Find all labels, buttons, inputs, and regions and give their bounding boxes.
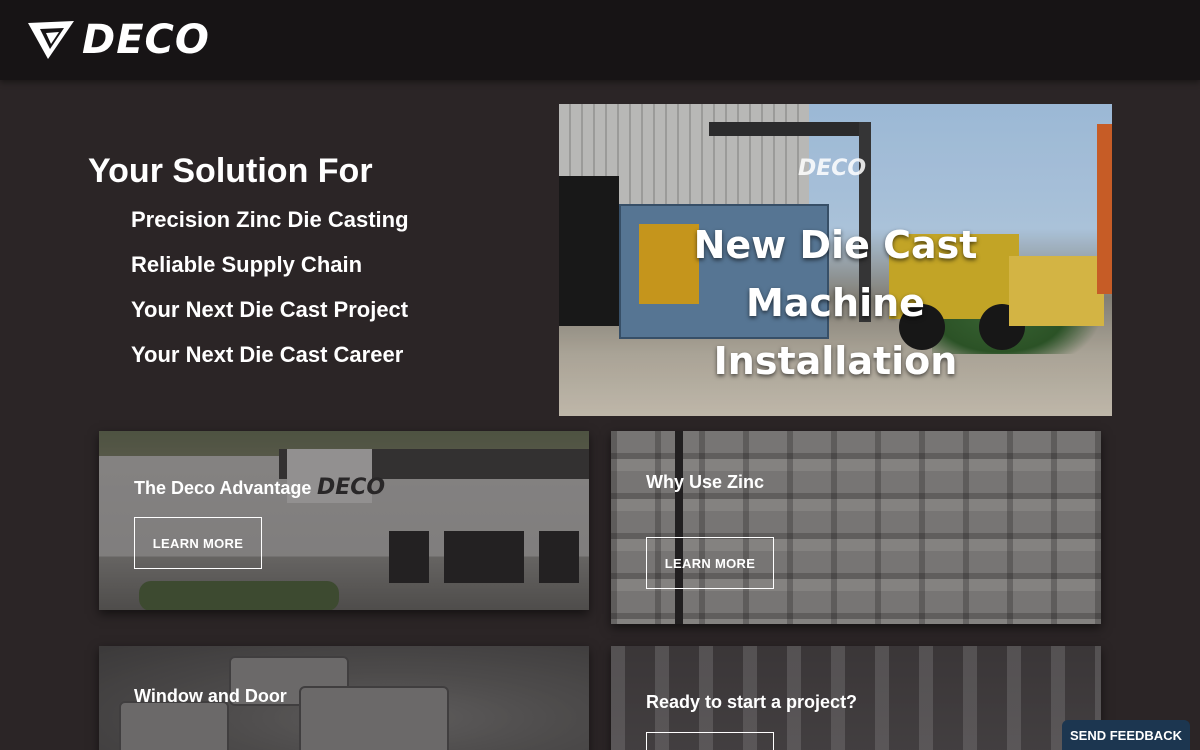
- hero-video-title-line: Machine: [746, 281, 925, 325]
- card-title: Ready to start a project?: [646, 692, 858, 712]
- logo-link[interactable]: DECO: [26, 18, 210, 62]
- hero-video-title-line: New Die Cast: [693, 223, 978, 267]
- card-button-partial[interactable]: [646, 732, 774, 750]
- hero-list-item: Precision Zinc Die Casting: [131, 207, 409, 232]
- card-why-use-zinc[interactable]: Why Use Zinc LEARN MORE: [611, 431, 1101, 624]
- send-feedback-button[interactable]: SEND FEEDBACK: [1062, 720, 1190, 750]
- hero-list-item: Your Next Die Cast Career: [131, 342, 404, 367]
- card-window-and-door[interactable]: Window and Door: [99, 646, 589, 750]
- hero-video-logo: DECO: [798, 156, 867, 181]
- card-title: Why Use Zinc: [646, 472, 765, 492]
- hero-solution-list: Precision Zinc Die Casting Reliable Supp…: [131, 205, 409, 385]
- hero-video-tile[interactable]: DECO New Die Cast Machine Installation: [559, 104, 1112, 416]
- deco-triangle-logo-icon: [28, 21, 74, 59]
- hero-title: Your Solution For: [88, 152, 373, 190]
- hero-video-title-line: Installation: [713, 339, 958, 383]
- logo-text: DECO: [82, 17, 210, 63]
- site-header: DECO: [0, 0, 1200, 80]
- hero-video-title: New Die Cast Machine Installation: [559, 216, 1112, 390]
- card-deco-advantage[interactable]: DECO The Deco Advantage LEARN MORE: [99, 431, 589, 610]
- hero-list-item: Reliable Supply Chain: [131, 252, 363, 277]
- card-overlay: [611, 431, 1101, 624]
- card-title: Window and Door: [134, 686, 287, 706]
- card-start-project[interactable]: Ready to start a project?: [611, 646, 1101, 750]
- hero-list-item: Your Next Die Cast Project: [131, 297, 409, 322]
- learn-more-button[interactable]: LEARN MORE: [134, 517, 262, 569]
- learn-more-button[interactable]: LEARN MORE: [646, 537, 774, 589]
- card-title: The Deco Advantage: [134, 478, 312, 498]
